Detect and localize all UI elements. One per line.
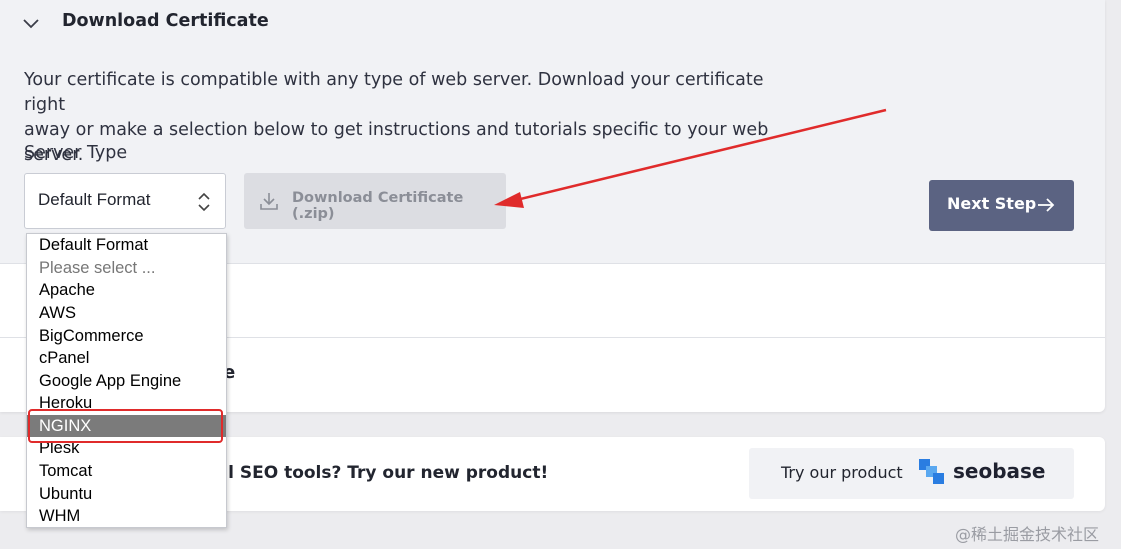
- dropdown-option[interactable]: WHM: [27, 505, 226, 527]
- download-certificate-button[interactable]: Download Certificate (.zip): [244, 173, 506, 229]
- dropdown-option[interactable]: Apache: [27, 279, 226, 301]
- dropdown-option[interactable]: Heroku: [27, 392, 226, 414]
- promo-text: ul SEO tools? Try our new product!: [216, 463, 549, 483]
- download-button-label: Download Certificate (.zip): [292, 190, 464, 222]
- dropdown-option[interactable]: Tomcat: [27, 460, 226, 482]
- try-product-label: Try our product: [781, 463, 903, 482]
- select-value: Default Format: [38, 190, 151, 209]
- chevron-down-icon[interactable]: [22, 14, 40, 32]
- server-type-dropdown[interactable]: Default Format Please select ... Apache AWS…: [26, 233, 227, 528]
- dropdown-option[interactable]: NGINX: [27, 415, 226, 437]
- server-type-label: Server Type: [24, 143, 128, 163]
- section-description: Your certificate is compatible with any …: [24, 68, 804, 168]
- dropdown-option[interactable]: Ubuntu: [27, 483, 226, 505]
- seobase-logo-icon: [919, 459, 944, 484]
- arrow-right-icon: [1038, 198, 1055, 212]
- dropdown-option[interactable]: AWS: [27, 302, 226, 324]
- dropdown-option[interactable]: cPanel: [27, 347, 226, 369]
- download-icon: [260, 193, 278, 210]
- dropdown-option[interactable]: Please select ...: [27, 257, 226, 279]
- select-arrows-icon: [198, 192, 210, 212]
- page: Download Certificate Your certificate is…: [0, 0, 1121, 549]
- download-section: Download Certificate Your certificate is…: [0, 0, 1105, 264]
- dropdown-option[interactable]: Default Format: [27, 234, 226, 256]
- next-step-label: Next Step: [947, 194, 1037, 213]
- description-line: Your certificate is compatible with any …: [24, 70, 764, 115]
- section-title: Download Certificate: [62, 11, 269, 31]
- dropdown-option[interactable]: Google App Engine: [27, 370, 226, 392]
- dropdown-option[interactable]: Plesk: [27, 437, 226, 459]
- description-line: away or make a selection below to get in…: [24, 120, 769, 165]
- try-product-button[interactable]: Try our product seobase: [749, 448, 1074, 499]
- server-type-select[interactable]: Default Format: [24, 173, 226, 229]
- watermark: @稀土掘金技术社区: [955, 525, 1100, 544]
- seobase-brand: seobase: [953, 459, 1046, 483]
- next-step-button[interactable]: Next Step: [929, 180, 1074, 231]
- dropdown-option[interactable]: BigCommerce: [27, 325, 226, 347]
